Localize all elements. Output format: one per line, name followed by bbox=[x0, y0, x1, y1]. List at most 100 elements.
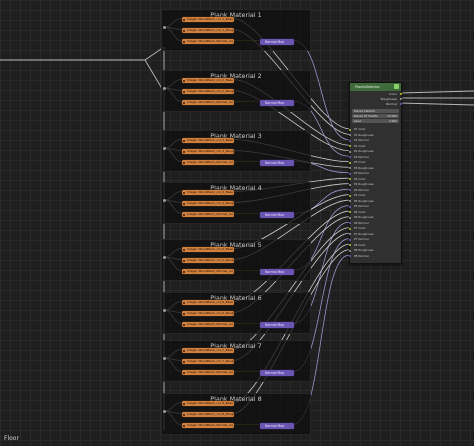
normal-map-node[interactable]: Normal Map bbox=[260, 268, 294, 275]
input-socket-dot[interactable] bbox=[348, 172, 351, 175]
frame-plank-material[interactable]: Plank Material 5 Image: WoodPlank_col_5_B… bbox=[161, 239, 311, 281]
reroute-point[interactable] bbox=[162, 146, 166, 150]
group-input-socket[interactable]: P5 Normal bbox=[354, 205, 368, 208]
input-socket-dot[interactable] bbox=[348, 145, 351, 148]
input-socket-dot[interactable] bbox=[348, 183, 351, 186]
image-texture-node[interactable]: Image: WoodPlank_col_5_Base Color bbox=[182, 247, 234, 252]
group-input-socket[interactable]: P1 Color bbox=[354, 128, 366, 131]
node-editor-canvas[interactable]: Plank Material 1 Image: WoodPlank_col_1_B… bbox=[0, 0, 474, 446]
group-input-socket[interactable]: P1 Normal bbox=[354, 139, 368, 142]
group-input-socket[interactable]: P1 Roughness bbox=[354, 133, 374, 137]
group-input-socket[interactable]: P4 Normal bbox=[354, 188, 368, 192]
group-output-link[interactable] bbox=[399, 102, 474, 106]
group-input-socket[interactable]: P6 Color bbox=[354, 210, 366, 214]
group-input-socket[interactable]: P2 Roughness bbox=[354, 150, 374, 153]
image-texture-node[interactable]: Image: WoodPlank_col_4_Base Color bbox=[182, 190, 234, 195]
normal-map-node[interactable]: Normal Map bbox=[260, 99, 294, 106]
reroute-point[interactable] bbox=[162, 409, 166, 413]
frame-plank-material[interactable]: Plank Material 4 Image: WoodPlank_col_4_B… bbox=[161, 182, 311, 224]
group-input-field[interactable]: Planks Of Shuffle 23.000 bbox=[352, 114, 399, 118]
reroute-point[interactable] bbox=[162, 25, 166, 29]
image-texture-node[interactable]: Image: WoodPlank_col_8_Base Color bbox=[182, 401, 234, 406]
group-input-socket[interactable]: P2 Normal bbox=[354, 155, 368, 159]
input-socket-dot[interactable] bbox=[348, 244, 351, 247]
input-socket-dot[interactable] bbox=[348, 205, 351, 208]
input-socket-dot[interactable] bbox=[348, 178, 351, 181]
image-texture-node[interactable]: Image: WoodPlank_col_6_Roughness bbox=[182, 311, 234, 316]
input-socket-dot[interactable] bbox=[348, 139, 351, 142]
group-input-socket[interactable]: P5 Roughness bbox=[354, 199, 374, 203]
frame-plank-material[interactable]: Plank Material 6 Image: WoodPlank_col_6_B… bbox=[161, 292, 311, 334]
group-output-socket[interactable]: Roughness bbox=[381, 97, 397, 101]
group-input-socket[interactable]: P3 Color bbox=[354, 161, 366, 164]
normal-map-node[interactable]: Normal Map bbox=[260, 321, 294, 328]
image-texture-node[interactable]: Image: WoodPlank_col_1_Roughness bbox=[182, 28, 234, 33]
image-texture-node[interactable]: Image: WoodPlank_col_7_Roughness bbox=[182, 359, 234, 364]
normal-map-node[interactable]: Normal Map bbox=[260, 159, 294, 166]
image-texture-node[interactable]: Image: WoodPlank_col_4_Roughness bbox=[182, 201, 234, 206]
image-texture-node[interactable]: Image: WoodPlank_col_3_Roughness bbox=[182, 149, 234, 154]
reroute-point[interactable] bbox=[162, 356, 166, 360]
group-output-socket[interactable]: Normal bbox=[386, 102, 397, 106]
normal-map-node[interactable]: Normal Map bbox=[260, 422, 294, 429]
group-input-socket[interactable]: P3 Normal bbox=[354, 172, 368, 175]
frame-plank-material[interactable]: Plank Material 8 Image: WoodPlank_col_8_B… bbox=[161, 393, 311, 435]
image-texture-node[interactable]: Image: WoodPlank_col_5_Roughness bbox=[182, 258, 234, 263]
input-socket-dot[interactable] bbox=[348, 211, 351, 214]
input-socket-dot[interactable] bbox=[348, 161, 351, 164]
input-socket-dot[interactable] bbox=[348, 128, 351, 131]
image-texture-node[interactable]: Image: WoodPlank_col_7_Base Color bbox=[182, 348, 234, 353]
image-texture-node[interactable]: Image: WoodPlank_col_2_Roughness bbox=[182, 89, 234, 94]
input-socket-dot[interactable] bbox=[348, 216, 351, 219]
group-input-field[interactable]: Planks Selector bbox=[352, 109, 399, 113]
group-input-socket[interactable]: P7 Normal bbox=[354, 238, 368, 241]
input-socket-dot[interactable] bbox=[348, 200, 351, 203]
image-texture-node[interactable]: Image: WoodPlank_Normal_col_2_Normal bbox=[182, 100, 234, 105]
frame-plank-material[interactable]: Plank Material 2 Image: WoodPlank_col_2_B… bbox=[161, 70, 311, 112]
group-input-socket[interactable]: P3 Roughness bbox=[354, 166, 374, 170]
group-input-socket[interactable]: P7 Roughness bbox=[354, 232, 374, 236]
group-input-socket[interactable]: P4 Color bbox=[354, 177, 366, 181]
image-texture-node[interactable]: Image: WoodPlank_col_8_Roughness bbox=[182, 412, 234, 417]
input-socket-dot[interactable] bbox=[348, 167, 351, 170]
image-texture-node[interactable]: Image: WoodPlank_Normal_col_4_Normal bbox=[182, 212, 234, 217]
frame-plank-material[interactable]: Plank Material 7 Image: WoodPlank_col_7_B… bbox=[161, 340, 311, 382]
input-socket-dot[interactable] bbox=[348, 227, 351, 230]
group-input-socket[interactable]: P7 Color bbox=[354, 227, 366, 230]
input-socket-dot[interactable] bbox=[348, 222, 351, 225]
image-texture-node[interactable]: Image: WoodPlank_col_6_Base Color bbox=[182, 300, 234, 305]
frame-plank-material[interactable]: Plank Material 3 Image: WoodPlank_col_3_B… bbox=[161, 130, 311, 172]
group-input-socket[interactable]: P8 Normal bbox=[354, 254, 368, 258]
reroute-point[interactable] bbox=[162, 255, 166, 259]
input-socket-dot[interactable] bbox=[348, 150, 351, 153]
image-texture-node[interactable]: Image: WoodPlank_Normal_col_3_Normal bbox=[182, 160, 234, 165]
input-socket-dot[interactable] bbox=[348, 238, 351, 241]
image-texture-node[interactable]: Image: WoodPlank_Normal_col_8_Normal bbox=[182, 423, 234, 428]
group-input-socket[interactable]: P8 Color bbox=[354, 243, 366, 247]
image-texture-node[interactable]: Image: WoodPlank_col_3_Base Color bbox=[182, 138, 234, 143]
input-socket-dot[interactable] bbox=[348, 194, 351, 197]
group-input-socket[interactable]: P8 Roughness bbox=[354, 249, 374, 252]
image-texture-node[interactable]: Image: WoodPlank_col_1_Base Color bbox=[182, 17, 234, 22]
input-socket-dot[interactable] bbox=[348, 134, 351, 137]
input-socket-dot[interactable] bbox=[348, 249, 351, 252]
group-input-socket[interactable]: P5 Color bbox=[354, 194, 366, 197]
image-texture-node[interactable]: Image: WoodPlank_Normal_col_1_Normal bbox=[182, 39, 234, 44]
node-group-icon[interactable] bbox=[394, 84, 399, 89]
input-socket-dot[interactable] bbox=[348, 255, 351, 258]
reroute-point[interactable] bbox=[162, 198, 166, 202]
normal-map-node[interactable]: Normal Map bbox=[260, 369, 294, 376]
normal-map-node[interactable]: Normal Map bbox=[260, 38, 294, 45]
normal-map-node[interactable]: Normal Map bbox=[260, 211, 294, 218]
input-socket-dot[interactable] bbox=[348, 233, 351, 236]
reroute-point[interactable] bbox=[162, 308, 166, 312]
frame-plank-material[interactable]: Plank Material 1 Image: WoodPlank_col_1_B… bbox=[161, 9, 311, 51]
image-texture-node[interactable]: Image: WoodPlank_col_2_Base Color bbox=[182, 78, 234, 83]
group-node-header[interactable]: PlanksSelector bbox=[350, 83, 401, 91]
planks-selector-group-node[interactable]: PlanksSelector Color Roughness Normal Plank… bbox=[348, 82, 403, 264]
group-output-socket[interactable]: Color bbox=[389, 92, 397, 96]
input-socket-dot[interactable] bbox=[348, 189, 351, 192]
image-texture-node[interactable]: Image: WoodPlank_Normal_col_7_Normal bbox=[182, 370, 234, 375]
group-input-socket[interactable]: P6 Roughness bbox=[354, 216, 374, 219]
group-input-socket[interactable]: P2 Color bbox=[354, 144, 366, 148]
